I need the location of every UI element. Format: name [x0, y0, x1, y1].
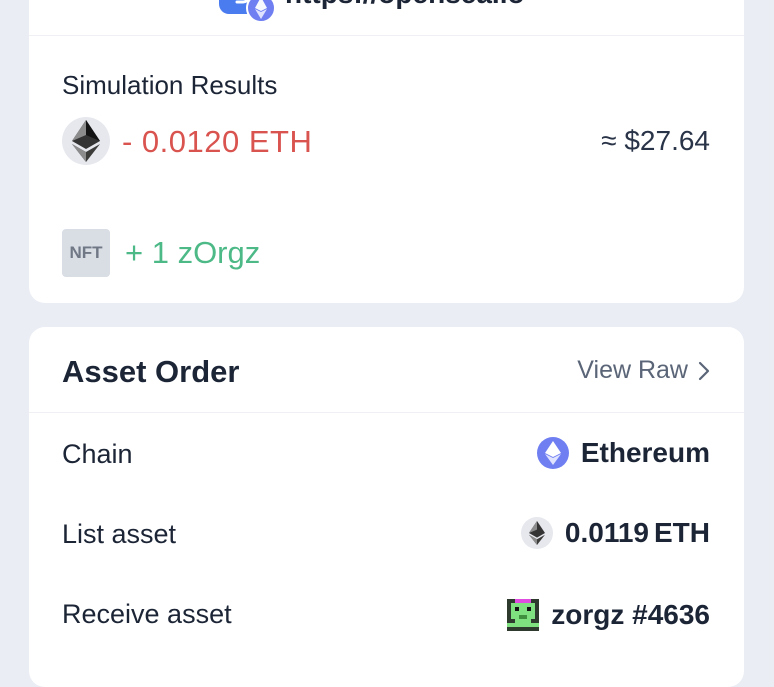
view-raw-label: View Raw [577, 356, 688, 384]
list-asset-amount: 0.0119 [564, 517, 649, 548]
chain-name: Ethereum [580, 437, 710, 468]
asset-order-header: Asset Order View Raw [29, 327, 744, 413]
receive-asset-name: zorgz #4636 [551, 599, 710, 630]
list-asset-label: List asset [62, 519, 177, 549]
asset-order-title: Asset Order [62, 354, 240, 389]
receive-asset-value: zorgz #4636 [507, 599, 710, 631]
list-asset-unit: ETH [654, 517, 710, 548]
simulation-card: https://opensea.io Simulation Results - … [29, 0, 744, 303]
opensea-link-icon [219, 0, 275, 23]
chevron-right-icon [698, 361, 710, 380]
nft-badge: NFT [62, 229, 110, 277]
eth-token-icon [520, 517, 553, 549]
eth-change-amount: - 0.0120 ETH [122, 124, 313, 159]
ethereum-chain-icon [536, 437, 569, 469]
zorgz-nft-avatar [507, 599, 540, 631]
receive-asset-label: Receive asset [62, 599, 232, 629]
list-asset-value: 0.0119 ETH [520, 517, 710, 549]
asset-order-card: Asset Order View Raw Chain Ethereum List… [29, 327, 744, 687]
usd-value: ≈ $27.64 [601, 125, 710, 156]
chain-value: Ethereum [536, 437, 710, 469]
eth-icon [62, 117, 110, 165]
simulation-title: Simulation Results [62, 70, 278, 100]
site-url[interactable]: https://opensea.io [285, 0, 525, 8]
view-raw-link[interactable]: View Raw [577, 356, 710, 385]
site-row: https://opensea.io [29, 0, 744, 36]
nft-change-amount: + 1 zOrgz [125, 235, 261, 270]
chain-label: Chain [62, 439, 133, 469]
